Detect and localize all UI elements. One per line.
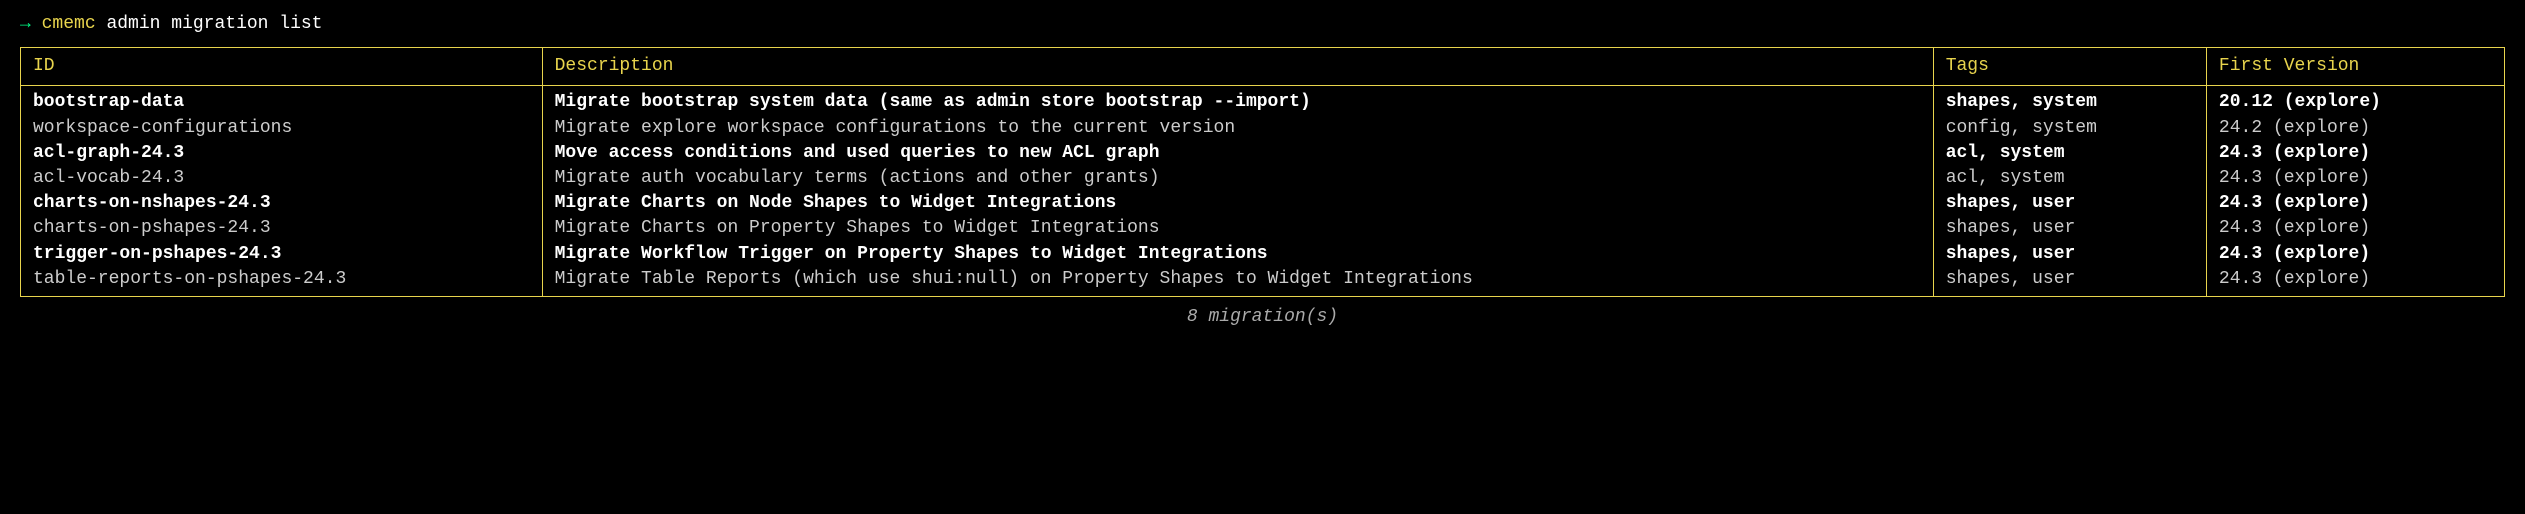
cell-tags: shapes, user (1946, 191, 2194, 216)
command-name: cmemc (42, 14, 96, 34)
cell-description: Migrate auth vocabulary terms (actions a… (555, 166, 1921, 191)
cell-first-version: 24.3 (explore) (2219, 191, 2492, 216)
cell-first-version: 20.12 (explore) (2219, 90, 2492, 115)
prompt-arrow-icon: → (20, 14, 31, 34)
cell-first-version: 24.2 (explore) (2219, 116, 2492, 141)
cell-id: trigger-on-pshapes-24.3 (33, 242, 530, 267)
header-first-version: First Version (2206, 48, 2504, 86)
header-description: Description (542, 48, 1933, 86)
cell-description: Migrate Table Reports (which use shui:nu… (555, 267, 1921, 292)
header-tags: Tags (1933, 48, 2206, 86)
cell-tags: shapes, user (1946, 216, 2194, 241)
command-prompt: → cmemc admin migration list (20, 12, 2505, 37)
cell-id: acl-graph-24.3 (33, 141, 530, 166)
cell-description: Move access conditions and used queries … (555, 141, 1921, 166)
cell-tags: acl, system (1946, 141, 2194, 166)
cell-first-version: 24.3 (explore) (2219, 216, 2492, 241)
cell-first-version: 24.3 (explore) (2219, 267, 2492, 292)
cell-id: acl-vocab-24.3 (33, 166, 530, 191)
cell-id: bootstrap-data (33, 90, 530, 115)
cell-description: Migrate Workflow Trigger on Property Sha… (555, 242, 1921, 267)
cell-description: Migrate explore workspace configurations… (555, 116, 1921, 141)
command-args: admin migration list (96, 14, 323, 34)
summary-count: 8 migration(s) (20, 305, 2505, 330)
cell-first-version: 24.3 (explore) (2219, 166, 2492, 191)
cell-first-version: 24.3 (explore) (2219, 141, 2492, 166)
cell-id: charts-on-pshapes-24.3 (33, 216, 530, 241)
cell-tags: acl, system (1946, 166, 2194, 191)
cell-tags: shapes, system (1946, 90, 2194, 115)
table-body-row: bootstrap-dataworkspace-configurationsac… (21, 86, 2505, 297)
cell-id: charts-on-nshapes-24.3 (33, 191, 530, 216)
cell-id: workspace-configurations (33, 116, 530, 141)
cell-tags: shapes, user (1946, 242, 2194, 267)
migration-table: ID Description Tags First Version bootst… (20, 47, 2505, 297)
table-header-row: ID Description Tags First Version (21, 48, 2505, 86)
header-id: ID (21, 48, 543, 86)
cell-tags: config, system (1946, 116, 2194, 141)
cell-description: Migrate bootstrap system data (same as a… (555, 90, 1921, 115)
cell-id: table-reports-on-pshapes-24.3 (33, 267, 530, 292)
cell-description: Migrate Charts on Property Shapes to Wid… (555, 216, 1921, 241)
cell-first-version: 24.3 (explore) (2219, 242, 2492, 267)
cell-tags: shapes, user (1946, 267, 2194, 292)
cell-description: Migrate Charts on Node Shapes to Widget … (555, 191, 1921, 216)
